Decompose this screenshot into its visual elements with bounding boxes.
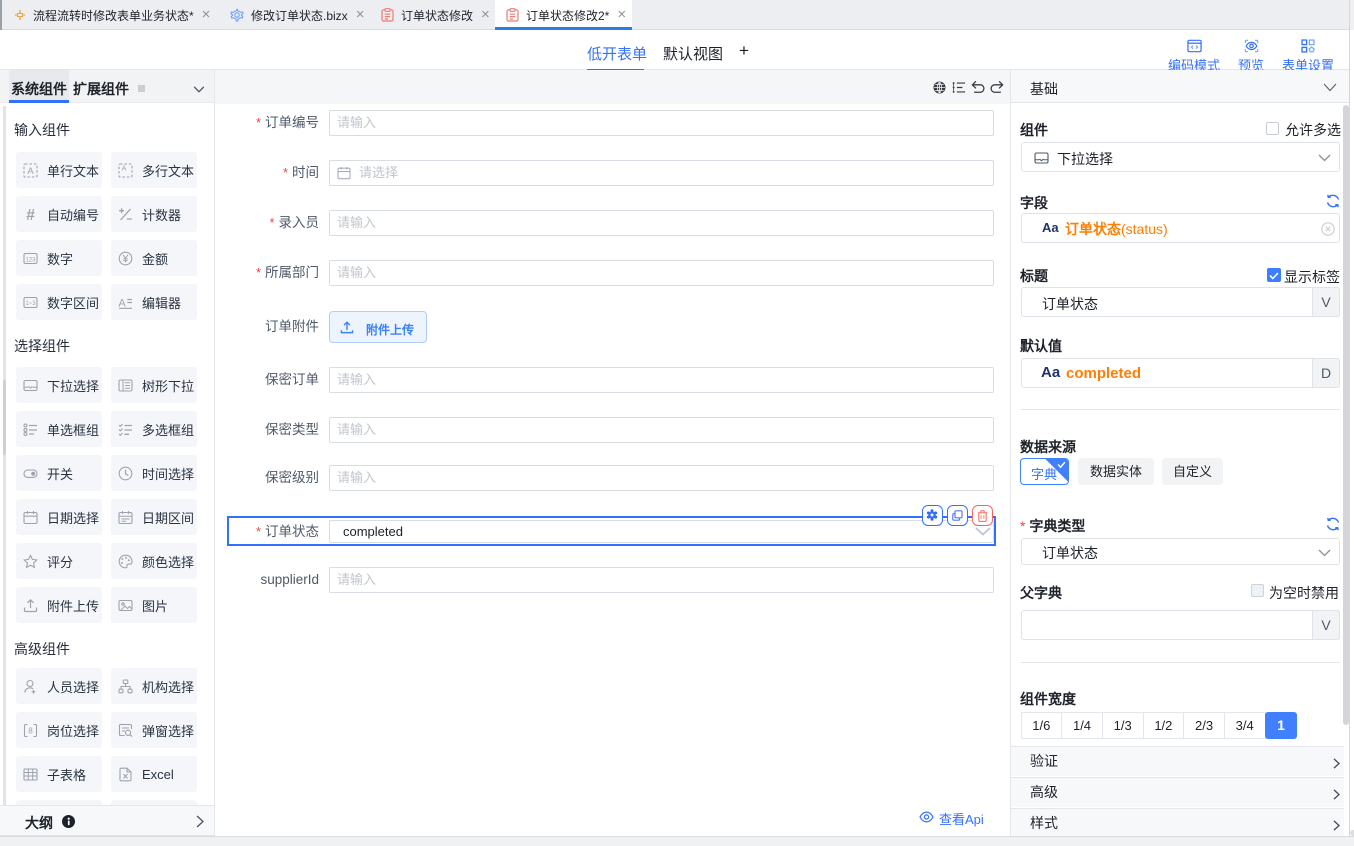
svg-text:#: #: [26, 207, 35, 222]
svg-text:123: 123: [25, 257, 36, 263]
svg-text:A: A: [122, 165, 127, 172]
svg-text:8: 8: [28, 726, 33, 735]
svg-text:A: A: [27, 166, 34, 177]
svg-text:1~3: 1~3: [25, 301, 36, 307]
